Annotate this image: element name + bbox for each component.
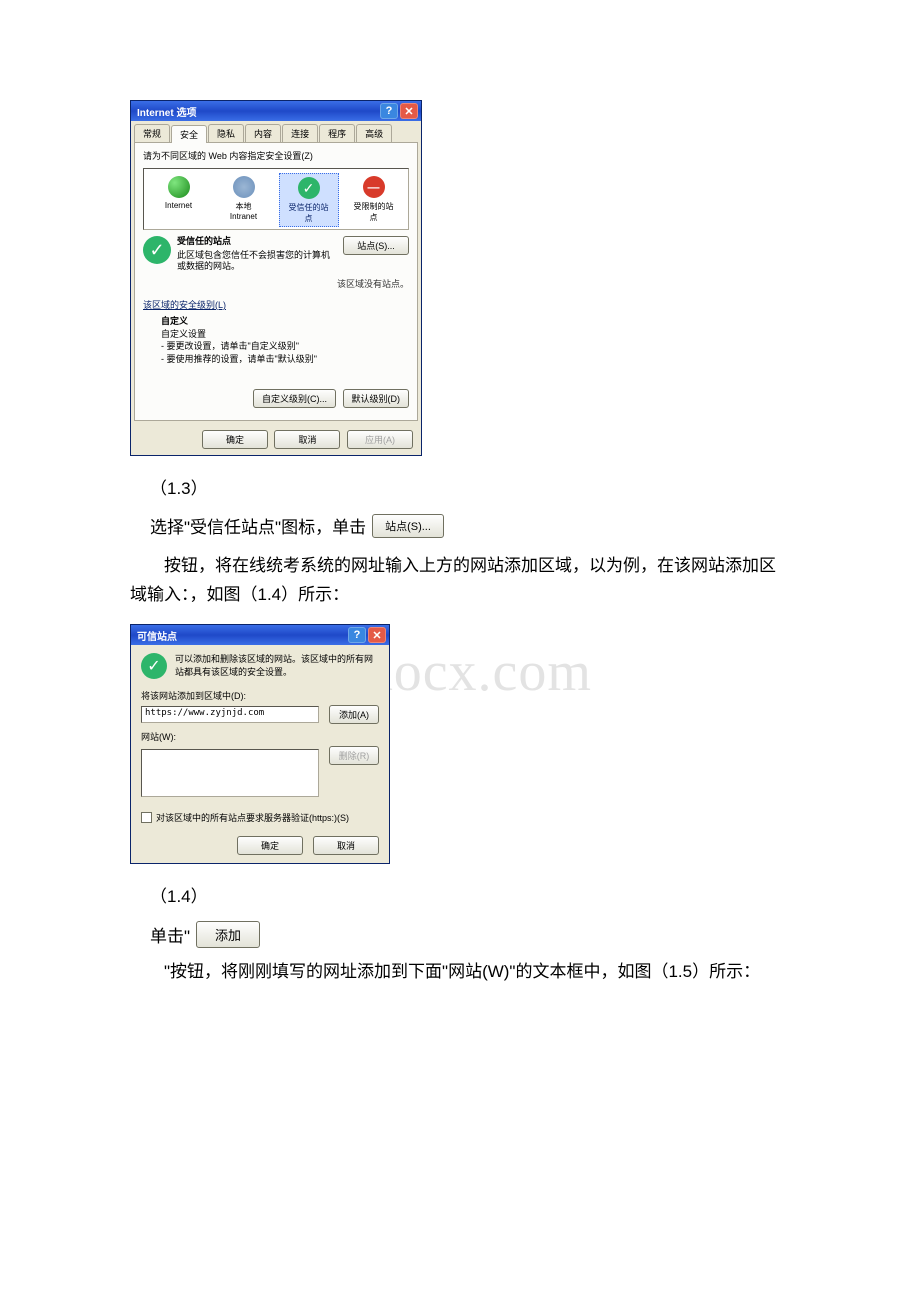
dialog2-desc: 可以添加和删除该区域的网站。该区域中的所有网站都具有该区域的安全设置。	[175, 653, 379, 678]
zone-desc-title: 受信任的站点	[177, 236, 333, 248]
intranet-icon	[232, 175, 256, 199]
figure-caption-1-3: （1.3）	[150, 474, 790, 499]
zone-icon-list: Internet 本地 Intranet ✓ 受信任的站 点 — 受限制的站 点	[143, 168, 409, 230]
zone-description: 受信任的站点 此区域包含您信任不会损害您的计算机或数据的网站。	[177, 236, 333, 273]
https-checkbox[interactable]	[141, 812, 152, 823]
zone-prompt: 请为不同区域的 Web 内容指定安全设置(Z)	[143, 149, 409, 162]
figure-caption-1-4: （1.4）	[150, 882, 790, 907]
add-button-inline[interactable]: 添加	[196, 921, 260, 948]
dialog1-titlebar: Internet 选项 ? ✕	[131, 101, 421, 121]
dialog1-button-row: 确定 取消 应用(A)	[131, 424, 421, 455]
site-list-row: 删除(R)	[141, 746, 379, 797]
tab-connection[interactable]: 连接	[282, 124, 318, 142]
cancel-button-2[interactable]: 取消	[313, 836, 379, 855]
site-list[interactable]	[141, 749, 319, 797]
help-button[interactable]: ?	[380, 103, 398, 119]
sites-button-inline[interactable]: 站点(S)...	[372, 514, 444, 538]
dialog2-button-row: 确定 取消	[141, 836, 379, 855]
zone-sites-status: 该区域没有站点。	[143, 277, 409, 290]
https-check-row: 对该区域中的所有站点要求服务器验证(https:)(S)	[141, 811, 379, 824]
dialog2-titlebar: 可信站点 ? ✕	[131, 625, 389, 645]
add-site-label: 将该网站添加到区域中(D):	[141, 689, 379, 702]
para-select-trusted: 选择"受信任站点"图标，单击 站点(S)...	[150, 513, 790, 538]
zone-internet[interactable]: Internet	[149, 173, 209, 227]
security-level-group-label[interactable]: 该区域的安全级别(L)	[143, 298, 226, 311]
trusted-sites-dialog: 可信站点 ? ✕ ✓ 可以添加和删除该区域的网站。该区域中的所有网站都具有该区域…	[130, 624, 390, 864]
ok-button[interactable]: 确定	[202, 430, 268, 449]
apply-button[interactable]: 应用(A)	[347, 430, 413, 449]
tab-row: 常规 安全 隐私 内容 连接 程序 高级	[131, 121, 421, 142]
remove-button[interactable]: 删除(R)	[329, 746, 379, 765]
trusted-large-icon: ✓	[143, 236, 171, 264]
add-button[interactable]: 添加(A)	[329, 705, 379, 724]
zone-trusted-label: 受信任的站 点	[289, 202, 329, 224]
tab-security[interactable]: 安全	[171, 125, 207, 143]
trusted-icon-2: ✓	[141, 653, 167, 679]
site-list-label: 网站(W):	[141, 730, 379, 743]
https-check-label: 对该区域中的所有站点要求服务器验证(https:)(S)	[156, 811, 349, 824]
custom-line2: - 要更改设置，请单击"自定义级别"	[161, 340, 409, 353]
dialog2-desc-row: ✓ 可以添加和删除该区域的网站。该区域中的所有网站都具有该区域的安全设置。	[141, 653, 379, 679]
zone-desc-body: 此区域包含您信任不会损害您的计算机或数据的网站。	[177, 250, 333, 273]
sites-button[interactable]: 站点(S)...	[343, 236, 409, 255]
help-button-2[interactable]: ?	[348, 627, 366, 643]
cancel-button[interactable]: 取消	[274, 430, 340, 449]
custom-line1: 自定义设置	[161, 328, 409, 341]
zone-local-label: 本地 Intranet	[230, 201, 257, 221]
close-button[interactable]: ✕	[400, 103, 418, 119]
default-level-button[interactable]: 默认级别(D)	[343, 389, 410, 408]
zone-restricted-label: 受限制的站 点	[354, 201, 394, 223]
add-site-row: https://www.zyjnjd.com 添加(A)	[141, 705, 379, 724]
tab-general[interactable]: 常规	[134, 124, 170, 142]
trusted-icon: ✓	[297, 176, 321, 200]
custom-title: 自定义	[161, 315, 409, 328]
zone-restricted-sites[interactable]: — 受限制的站 点	[344, 173, 404, 227]
level-button-row: 自定义级别(C)... 默认级别(D)	[143, 389, 409, 408]
tab-programs[interactable]: 程序	[319, 124, 355, 142]
para3-pre-text: 单击"	[150, 922, 190, 947]
zone-description-row: ✓ 受信任的站点 此区域包含您信任不会损害您的计算机或数据的网站。 站点(S).…	[143, 236, 409, 273]
dialog1-title: Internet 选项	[137, 104, 196, 119]
dialog2-body: ✓ 可以添加和删除该区域的网站。该区域中的所有网站都具有该区域的安全设置。 将该…	[131, 645, 389, 863]
close-button-2[interactable]: ✕	[368, 627, 386, 643]
custom-line3: - 要使用推荐的设置，请单击"默认级别"	[161, 353, 409, 366]
zone-local-intranet[interactable]: 本地 Intranet	[214, 173, 274, 227]
add-site-input[interactable]: https://www.zyjnjd.com	[141, 706, 319, 723]
para-click-add: 单击" 添加	[150, 921, 790, 948]
para-add-url: 按钮，将在线统考系统的网址输入上方的网站添加区域，以为例，在该网站添加区域输入：…	[130, 552, 790, 610]
custom-level-button[interactable]: 自定义级别(C)...	[253, 389, 336, 408]
zone-trusted-sites[interactable]: ✓ 受信任的站 点	[279, 173, 339, 227]
para-result: "按钮，将刚刚填写的网址添加到下面"网站(W)"的文本框中，如图（1.5）所示：	[130, 958, 790, 987]
tab-privacy[interactable]: 隐私	[208, 124, 244, 142]
ok-button-2[interactable]: 确定	[237, 836, 303, 855]
tab-advanced[interactable]: 高级	[356, 124, 392, 142]
tab-content[interactable]: 内容	[245, 124, 281, 142]
restricted-icon: —	[362, 175, 386, 199]
custom-level-block: 自定义 自定义设置 - 要更改设置，请单击"自定义级别" - 要使用推荐的设置，…	[161, 315, 409, 365]
security-panel: 请为不同区域的 Web 内容指定安全设置(Z) Internet 本地 Intr…	[134, 142, 418, 421]
para1-pre-text: 选择"受信任站点"图标，单击	[150, 513, 366, 538]
internet-options-dialog: Internet 选项 ? ✕ 常规 安全 隐私 内容 连接 程序 高级 请为不…	[130, 100, 422, 456]
globe-icon	[167, 175, 191, 199]
zone-internet-label: Internet	[165, 201, 192, 210]
dialog2-title: 可信站点	[137, 628, 177, 643]
